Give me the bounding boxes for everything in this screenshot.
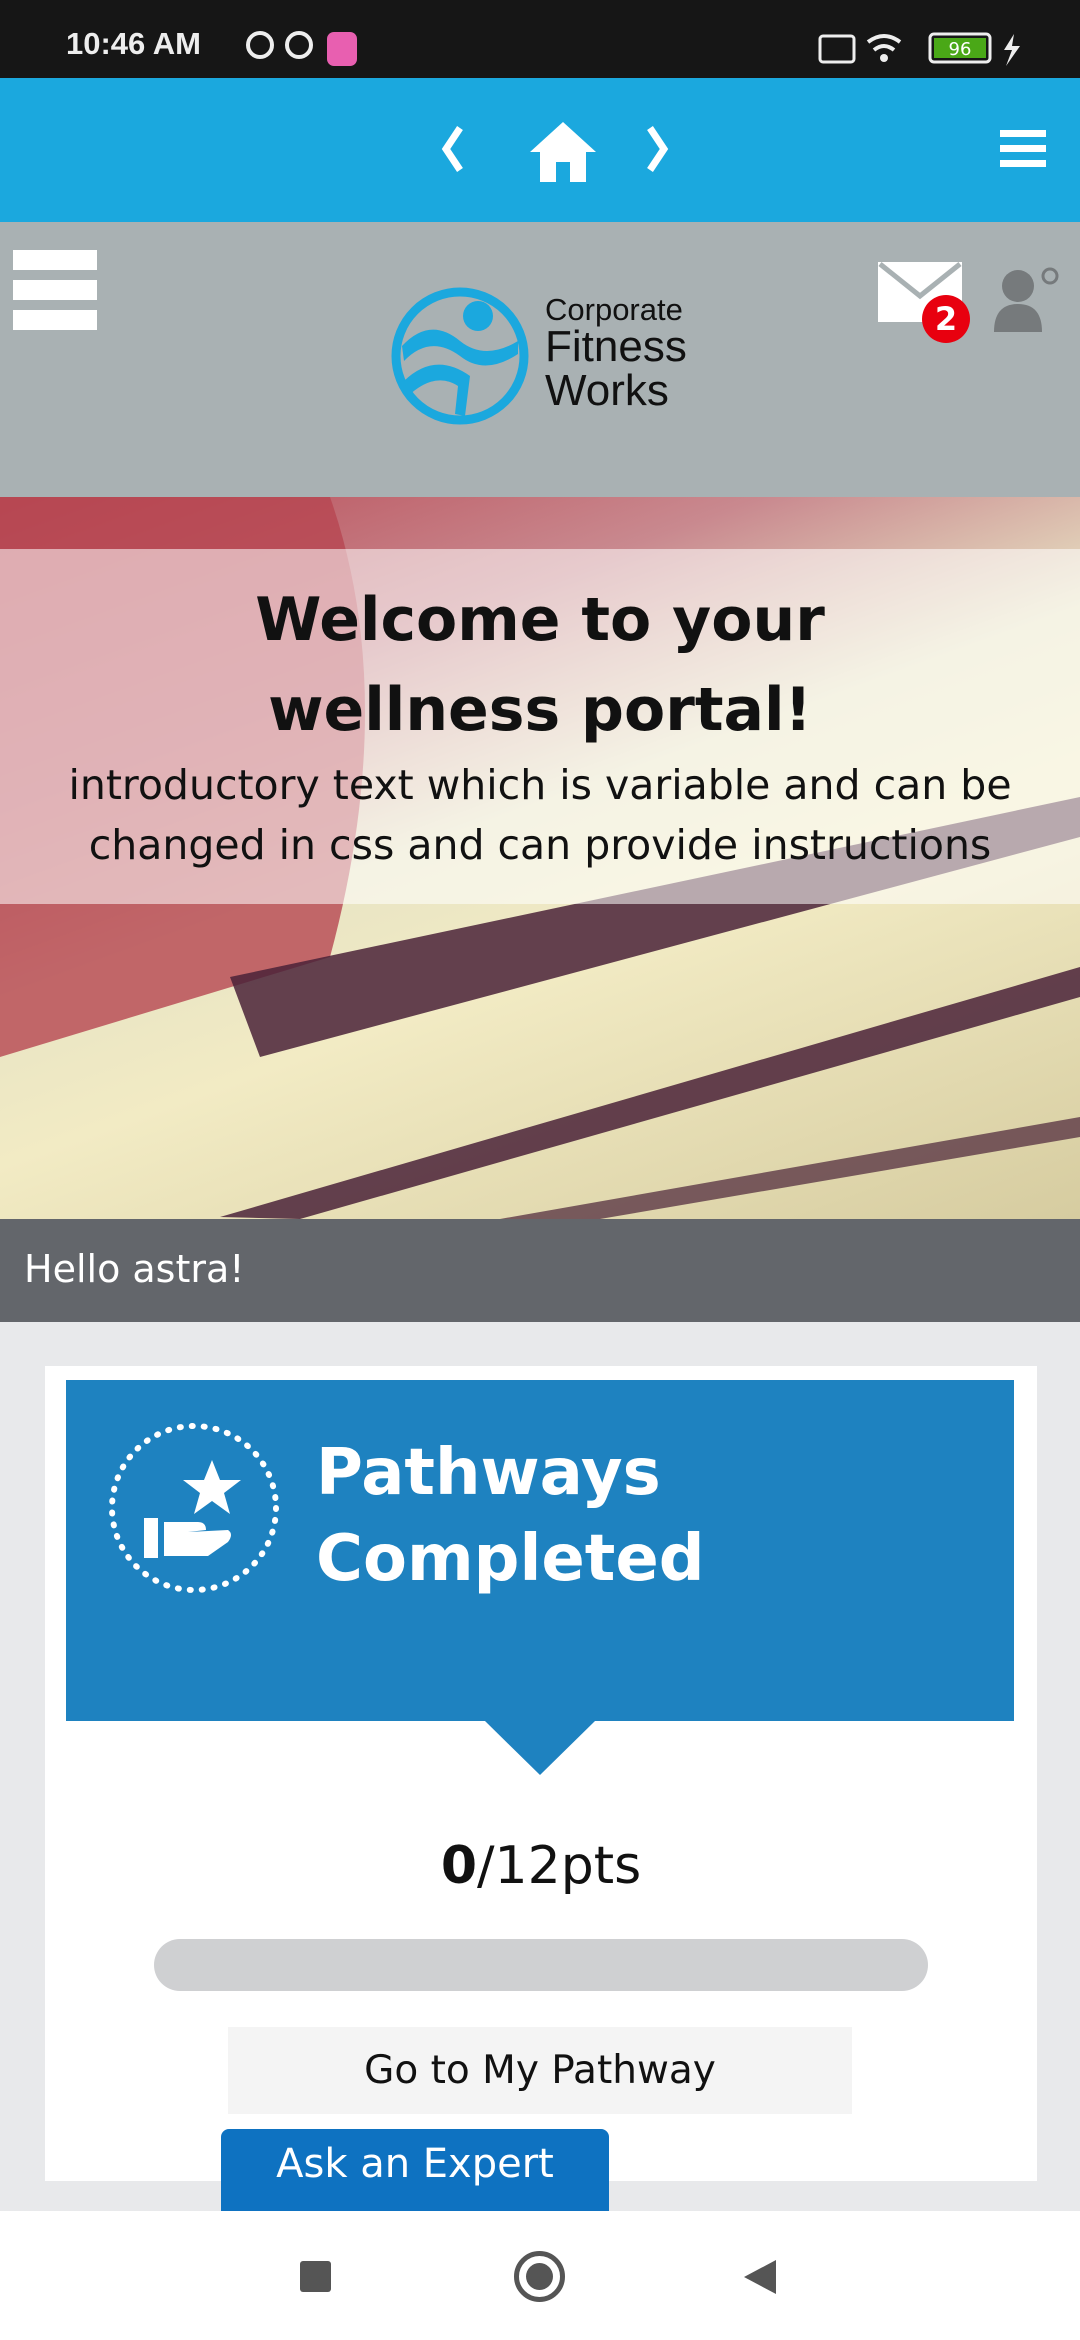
hamburger-icon[interactable] — [1000, 128, 1046, 170]
notification-icons — [246, 31, 357, 66]
side-menu-icon[interactable] — [13, 250, 97, 330]
welcome-title: Welcome to your wellness portal! — [255, 585, 825, 745]
system-icons: 96 — [818, 32, 1020, 66]
logo-text-2: Fitness — [545, 322, 687, 371]
points-earned: 0 — [440, 1836, 477, 1896]
chevron-right-icon[interactable] — [646, 124, 670, 174]
site-header: Corporate Fitness Works 2 — [0, 222, 1080, 497]
progress-bar — [154, 1939, 928, 1991]
chevron-left-icon[interactable] — [440, 124, 464, 174]
home-icon[interactable] — [528, 120, 598, 184]
logo-text-1: Corporate — [545, 292, 683, 327]
go-to-pathway-button[interactable]: Go to My Pathway — [228, 2027, 852, 2114]
user-profile-icon[interactable] — [992, 264, 1062, 334]
back-nav-icon[interactable] — [742, 2258, 778, 2296]
logo[interactable]: Corporate Fitness Works — [390, 284, 700, 429]
pathways-header: Pathways Completed — [66, 1380, 1014, 1721]
status-time: 10:46 AM — [66, 26, 201, 61]
greeting-bar: Hello astra! — [0, 1219, 1080, 1322]
pointer-triangle — [485, 1721, 595, 1775]
points-score: 0/12pts — [45, 1836, 1037, 1896]
pathways-title-1: Pathways — [316, 1436, 661, 1510]
top-nav — [0, 78, 1080, 222]
welcome-intro: introductory text which is variable and … — [68, 761, 1012, 869]
battery-level: 96 — [949, 39, 972, 60]
home-nav-icon[interactable] — [514, 2251, 565, 2302]
star-hand-icon — [109, 1423, 279, 1593]
ask-expert-button[interactable]: Ask an Expert — [221, 2129, 609, 2211]
system-nav-bar — [0, 2211, 1080, 2340]
logo-text-3: Works — [545, 366, 669, 415]
pathways-card: Pathways Completed 0/12pts Go to My Path… — [45, 1366, 1037, 2181]
points-total: /12pts — [477, 1836, 642, 1896]
hero-banner: Welcome to your wellness portal! introdu… — [0, 497, 1080, 1219]
mail-badge: 2 — [922, 295, 970, 343]
pathways-title-2: Completed — [316, 1522, 705, 1596]
status-bar: 10:46 AM 96 — [0, 0, 1080, 78]
recents-icon[interactable] — [300, 2261, 331, 2292]
logo-icon — [391, 287, 529, 425]
welcome-overlay: Welcome to your wellness portal! introdu… — [0, 549, 1080, 904]
